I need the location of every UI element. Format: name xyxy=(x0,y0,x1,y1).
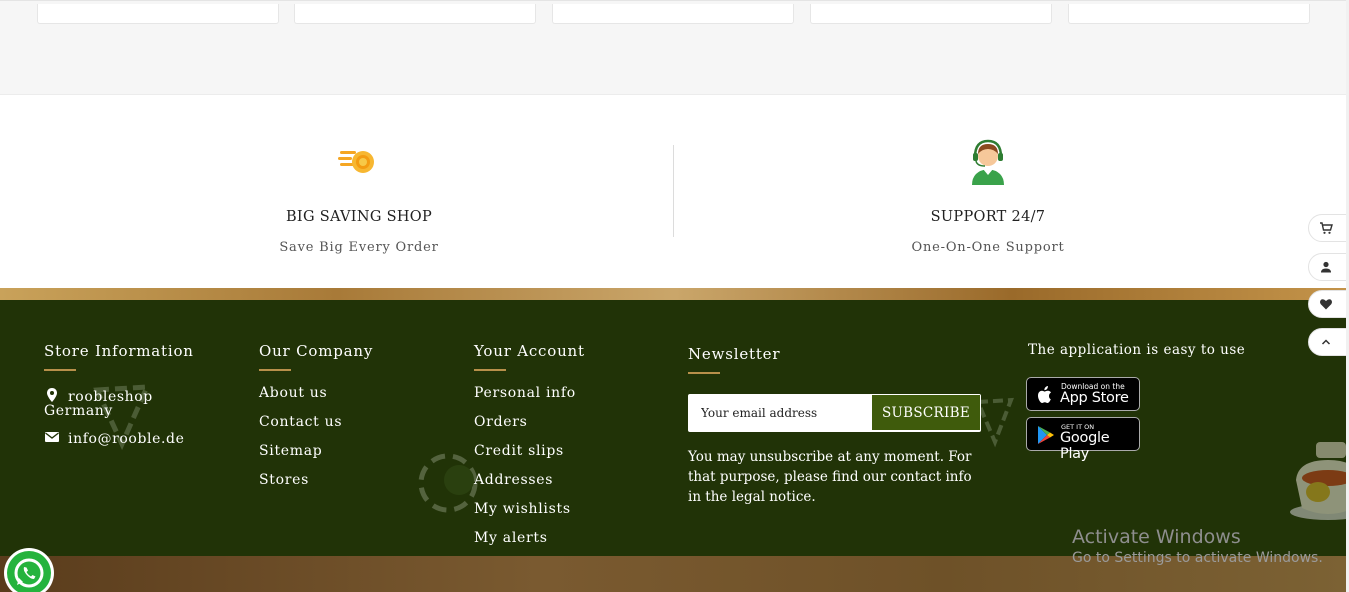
account-heading: Your Account xyxy=(474,342,585,360)
google-play-label: Google Play xyxy=(1060,430,1110,462)
gold-band xyxy=(0,288,1349,300)
store-info-heading: Store Information xyxy=(44,342,194,360)
app-heading: The application is easy to use xyxy=(1028,342,1246,358)
heading-underline xyxy=(474,369,506,371)
account-column: Your Account Personal info Orders Credit… xyxy=(474,342,585,556)
newsletter-heading: Newsletter xyxy=(688,345,781,363)
service-saving: BIG SAVING SHOP Save Big Every Order xyxy=(22,95,696,288)
google-play-badge[interactable]: GET IT ON Google Play xyxy=(1026,417,1140,462)
service-subtitle: One-On-One Support xyxy=(911,240,1065,255)
decorative-circle xyxy=(418,453,478,513)
company-column: Our Company About us Contact us Sitemap … xyxy=(259,342,373,501)
newsletter-form: SUBSCRIBE xyxy=(688,394,981,432)
footer: Store Information roobleshop Germany inf… xyxy=(0,300,1349,556)
app-column: The application is easy to use xyxy=(1028,342,1245,358)
apple-icon xyxy=(1038,386,1051,403)
services-strip: BIG SAVING SHOP Save Big Every Order SUP… xyxy=(0,95,1349,288)
user-icon xyxy=(1321,261,1331,273)
google-play-icon xyxy=(1038,426,1054,444)
heading-underline xyxy=(259,369,291,371)
service-title: BIG SAVING SHOP xyxy=(285,209,433,225)
floating-wishlist-button[interactable] xyxy=(1308,290,1349,318)
product-card[interactable] xyxy=(294,4,536,24)
company-heading: Our Company xyxy=(259,342,374,360)
footer-link-stores[interactable]: Stores xyxy=(259,472,373,501)
footer-link-credit-slips[interactable]: Credit slips xyxy=(474,443,585,472)
support-agent-icon xyxy=(972,139,1004,185)
activate-title: Activate Windows xyxy=(1072,526,1241,548)
subscribe-button[interactable]: SUBSCRIBE xyxy=(872,395,980,430)
footer-link-contact[interactable]: Contact us xyxy=(259,414,373,443)
newsletter-email-input[interactable] xyxy=(688,394,873,432)
whatsapp-button[interactable] xyxy=(4,548,54,592)
footer-link-addresses[interactable]: Addresses xyxy=(474,472,585,501)
floating-cart-button[interactable] xyxy=(1308,214,1349,242)
activate-subtitle: Go to Settings to activate Windows. xyxy=(1072,550,1323,566)
whatsapp-icon xyxy=(7,551,51,592)
decorative-cup-image xyxy=(1290,442,1349,520)
product-card[interactable] xyxy=(1068,4,1310,24)
floating-scroll-top-button[interactable] xyxy=(1308,328,1349,356)
app-store-badge[interactable]: Download on the App Store xyxy=(1026,377,1140,411)
footer-link-alerts[interactable]: My alerts xyxy=(474,530,585,556)
store-info-column: Store Information roobleshop Germany inf… xyxy=(44,342,194,447)
phone-icon xyxy=(14,558,44,588)
footer-link-wishlists[interactable]: My wishlists xyxy=(474,501,585,530)
app-store-label: App Store xyxy=(1060,390,1129,406)
product-card[interactable] xyxy=(810,4,1052,24)
service-support: SUPPORT 24/7 One-On-One Support xyxy=(651,95,1325,288)
product-card[interactable] xyxy=(37,4,279,24)
heart-icon xyxy=(1320,299,1332,310)
decorative-triangle xyxy=(975,397,1014,448)
coins-icon xyxy=(338,151,374,173)
service-title: SUPPORT 24/7 xyxy=(930,209,1046,225)
product-strip xyxy=(0,0,1349,95)
windows-activation-watermark: Activate Windows Go to Settings to activ… xyxy=(1072,526,1323,566)
service-subtitle: Save Big Every Order xyxy=(279,240,439,255)
store-email-row[interactable]: info@rooble.de xyxy=(44,429,194,447)
mail-icon xyxy=(45,432,59,442)
newsletter-column: Newsletter xyxy=(688,345,780,374)
chevron-up-icon xyxy=(1321,339,1331,345)
footer-link-sitemap[interactable]: Sitemap xyxy=(259,443,373,472)
store-email-link[interactable]: info@rooble.de xyxy=(68,431,184,447)
heading-underline xyxy=(688,372,720,374)
location-pin-icon xyxy=(47,388,57,402)
footer-link-about[interactable]: About us xyxy=(259,385,373,414)
floating-account-button[interactable] xyxy=(1308,253,1349,281)
store-address: roobleshop Germany xyxy=(44,387,194,419)
footer-link-orders[interactable]: Orders xyxy=(474,414,585,443)
newsletter-note: You may unsubscribe at any moment. For t… xyxy=(688,449,972,505)
product-card[interactable] xyxy=(552,4,794,24)
heading-underline xyxy=(44,369,76,371)
footer-link-personal-info[interactable]: Personal info xyxy=(474,385,585,414)
store-country: Germany xyxy=(44,403,113,419)
cart-icon xyxy=(1320,222,1333,234)
